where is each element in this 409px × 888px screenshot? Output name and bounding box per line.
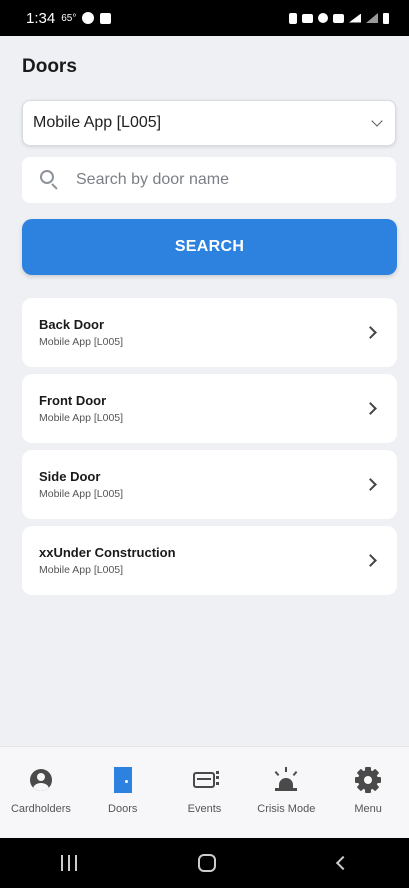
door-list-item[interactable]: Back Door Mobile App [L005] [22,298,397,367]
recent-apps-icon[interactable] [60,855,77,871]
chevron-down-icon [371,115,383,127]
nav-label: Menu [354,803,382,815]
search-icon [40,170,60,190]
door-location: Mobile App [L005] [39,336,124,348]
wifi-signal-icon [349,13,361,23]
chevron-right-icon [364,402,377,415]
gear-icon [355,767,382,793]
lock-status-icon [289,12,297,24]
notification-icon [82,12,95,24]
nav-crisis-mode[interactable]: Crisis Mode [245,747,327,838]
gallery-notification-icon [100,12,112,24]
chevron-right-icon [364,326,377,339]
location-select[interactable]: Mobile App [L005] [22,100,396,146]
status-bar: 1:34 65° [0,0,409,36]
location-select-value: Mobile App [L005] [33,114,162,131]
door-name: xxUnder Construction [39,545,176,560]
nav-menu[interactable]: Menu [327,747,409,838]
door-location: Mobile App [L005] [39,488,124,500]
cell-signal-icon [366,13,378,23]
door-text: Front Door Mobile App [L005] [39,393,123,424]
door-location: Mobile App [L005] [39,412,124,424]
status-time: 1:34 [26,9,56,27]
nav-label: Doors [108,803,138,815]
door-location: Mobile App [L005] [39,564,124,576]
user-circle-icon [28,767,54,793]
status-right [289,12,389,24]
status-temperature: 65° [61,12,77,24]
mute-icon [333,13,344,23]
battery-icon [383,12,389,24]
search-box[interactable] [22,157,396,203]
status-left: 1:34 65° [26,9,112,27]
door-list-item[interactable]: Side Door Mobile App [L005] [22,450,397,519]
nav-label: Crisis Mode [257,803,316,815]
door-list: Back Door Mobile App [L005] Front Door M… [22,298,397,602]
door-text: Side Door Mobile App [L005] [39,469,123,500]
back-icon[interactable] [336,855,351,871]
nfc-status-icon [302,13,313,23]
events-icon [191,767,220,793]
system-nav-bar [0,838,409,888]
door-list-item[interactable]: Front Door Mobile App [L005] [22,374,397,443]
door-text: Back Door Mobile App [L005] [39,317,123,348]
nav-events[interactable]: Events [164,747,246,838]
chevron-right-icon [364,478,377,491]
door-name: Back Door [39,317,105,332]
home-icon[interactable] [198,854,217,872]
search-input[interactable] [76,171,376,189]
bluetooth-icon [318,13,328,23]
siren-icon [273,767,299,793]
nav-label: Events [187,803,222,815]
door-text: xxUnder Construction Mobile App [L005] [39,545,176,576]
search-button[interactable]: SEARCH [22,219,397,275]
bottom-nav: Cardholders Doors Events Crisis Mode Men… [0,746,409,838]
door-name: Front Door [39,393,107,408]
door-icon [110,767,136,793]
nav-cardholders[interactable]: Cardholders [0,747,82,838]
door-name: Side Door [39,469,101,484]
chevron-right-icon [364,554,377,567]
nav-doors[interactable]: Doors [82,747,164,838]
door-list-item[interactable]: xxUnder Construction Mobile App [L005] [22,526,397,595]
nav-label: Cardholders [10,803,71,815]
page-title: Doors [22,56,77,77]
